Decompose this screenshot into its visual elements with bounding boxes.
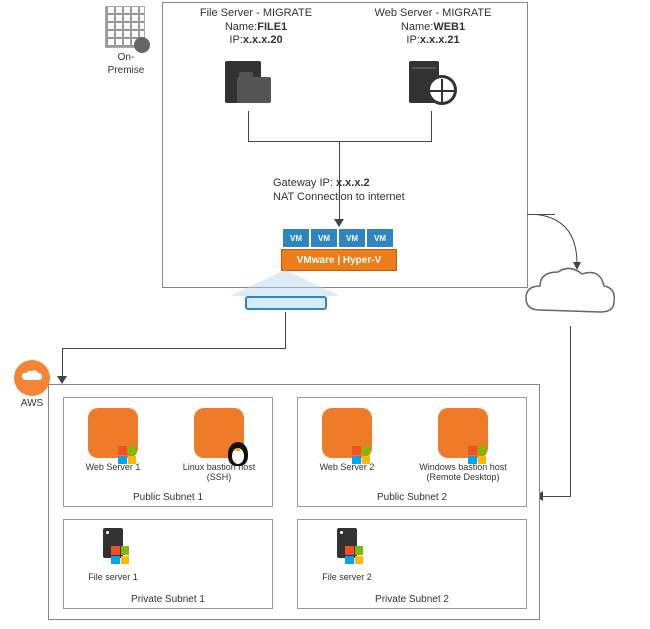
web-server-globe-icon [409, 61, 455, 103]
aws-cloud-icon [14, 360, 50, 396]
arrow-down-icon [334, 219, 344, 227]
file-server-icon [225, 61, 271, 103]
subnet-label: Private Subnet 2 [298, 594, 526, 605]
private-subnet-2: File server 2 Private Subnet 2 [297, 519, 527, 609]
icon-label: File server 1 [82, 572, 144, 582]
windows-icon [345, 546, 363, 564]
private-subnet-1: File server 1 Private Subnet 1 [63, 519, 273, 609]
gateway-ip-label: Gateway IP: [273, 177, 336, 189]
vm-icon: VM [311, 229, 337, 247]
aws-label: AWS [12, 398, 52, 411]
nat-label: NAT Connection to internet [273, 191, 473, 205]
file-server-ip: IP:x.x.x.20 [181, 34, 331, 48]
physical-host-icon [245, 296, 327, 310]
icon-label: File server 2 [316, 572, 378, 582]
web-server-1: Web Server 1 [82, 408, 144, 472]
web-server-ip: IP:x.x.x.21 [353, 34, 513, 48]
gear-icon [134, 37, 150, 53]
connector [248, 141, 432, 142]
file-server-1: File server 1 [82, 528, 144, 582]
linux-bastion-host: Linux bastion host (SSH) [176, 408, 262, 483]
server-tower-icon [327, 528, 367, 568]
connector [431, 111, 432, 141]
vm-icon: VM [367, 229, 393, 247]
connector [248, 111, 249, 141]
projection-icon [230, 270, 340, 296]
web-name-value: WEB1 [433, 21, 465, 33]
web-ip-label: IP: [406, 34, 419, 46]
file-name-value: FILE1 [257, 21, 287, 33]
web-name-label: Name: [401, 21, 433, 33]
vm-row: VM VM VM VM [283, 229, 393, 247]
connector [541, 496, 571, 497]
onprem-label: On- Premise [98, 52, 154, 77]
gateway-ip: Gateway IP: x.x.x.2 [273, 177, 473, 191]
web-server-name: Name:WEB1 [353, 21, 513, 35]
vm-icon: VM [339, 229, 365, 247]
web-ip-value: x.x.x.21 [420, 34, 460, 46]
file-server-name: Name:FILE1 [181, 21, 331, 35]
subnet-label: Public Subnet 2 [298, 492, 526, 503]
windows-icon [468, 446, 486, 464]
building-icon [105, 6, 145, 48]
connector [62, 348, 286, 349]
hypervisor-label: VMware | Hyper-V [281, 249, 397, 271]
windows-icon [352, 446, 370, 464]
web-server-2: Web Server 2 [316, 408, 378, 472]
windows-icon [111, 546, 129, 564]
vm-icon: VM [283, 229, 309, 247]
connector [62, 348, 63, 378]
aws-vpc-box: Web Server 1 Linux bastion host (SSH) Pu… [48, 384, 540, 620]
file-server-2: File server 2 [316, 528, 378, 582]
linux-penguin-icon [224, 438, 252, 470]
connector [527, 214, 597, 274]
file-name-label: Name: [225, 21, 257, 33]
connector [285, 312, 286, 348]
file-server-header: File Server - MIGRATE [181, 7, 331, 21]
windows-bastion-host: Windows bastion host (Remote Desktop) [408, 408, 518, 483]
server-tower-icon [93, 528, 133, 568]
icon-label: Windows bastion host (Remote Desktop) [408, 462, 518, 483]
file-ip-value: x.x.x.20 [243, 34, 283, 46]
web-server-header: Web Server - MIGRATE [353, 7, 513, 21]
public-subnet-1: Web Server 1 Linux bastion host (SSH) Pu… [63, 397, 273, 507]
subnet-label: Public Subnet 1 [64, 492, 272, 503]
public-subnet-2: Web Server 2 Windows bastion host (Remot… [297, 397, 527, 507]
connector [570, 326, 571, 496]
subnet-label: Private Subnet 1 [64, 594, 272, 605]
onprem-box: File Server - MIGRATE Name:FILE1 IP:x.x.… [162, 2, 528, 288]
arrow-down-icon [57, 376, 67, 384]
gateway-ip-value: x.x.x.2 [336, 177, 370, 189]
file-ip-label: IP: [229, 34, 242, 46]
windows-icon [118, 446, 136, 464]
